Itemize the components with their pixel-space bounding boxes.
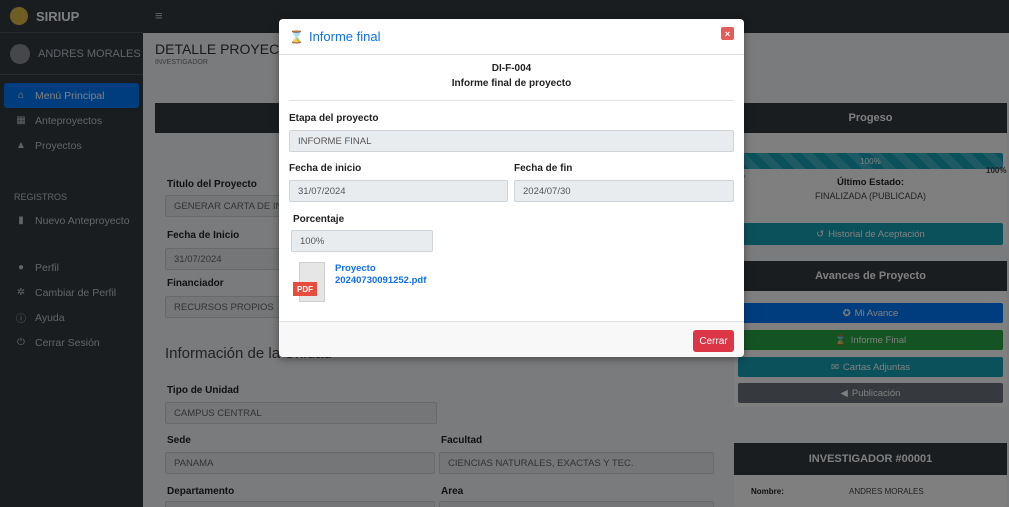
modal-footer: Cerrar <box>279 321 744 357</box>
fin-field: 2024/07/30 <box>514 180 734 202</box>
etapa-field: INFORME FINAL <box>289 130 734 152</box>
inicio-label: Fecha de inicio <box>289 163 362 174</box>
porcentaje-field: 100% <box>291 230 433 252</box>
close-icon[interactable]: × <box>721 27 734 40</box>
hourglass-icon: ⌛ <box>289 29 304 44</box>
pdf-file-link[interactable]: Proyecto 20240730091252.pdf <box>335 263 495 287</box>
fin-label: Fecha de fin <box>514 163 573 174</box>
etapa-label: Etapa del proyecto <box>289 113 379 124</box>
pdf-tag: PDF <box>293 282 317 296</box>
informe-final-modal: ⌛ Informe final × DI-F-004 Informe final… <box>279 19 744 357</box>
form-code: DI-F-004 <box>491 63 532 74</box>
file-line1: Proyecto <box>335 263 376 274</box>
porcentaje-label: Porcentaje <box>293 214 345 225</box>
cerrar-button[interactable]: Cerrar <box>693 330 734 352</box>
modal-title: Informe final <box>308 29 381 44</box>
pdf-file-icon[interactable]: PDF <box>293 262 325 302</box>
form-subtitle: Informe final de proyecto <box>451 78 572 89</box>
inicio-field: 31/07/2024 <box>289 180 508 202</box>
file-line2: 20240730091252.pdf <box>335 275 427 286</box>
modal-header: ⌛ Informe final <box>279 19 744 55</box>
modal-divider <box>289 100 734 101</box>
